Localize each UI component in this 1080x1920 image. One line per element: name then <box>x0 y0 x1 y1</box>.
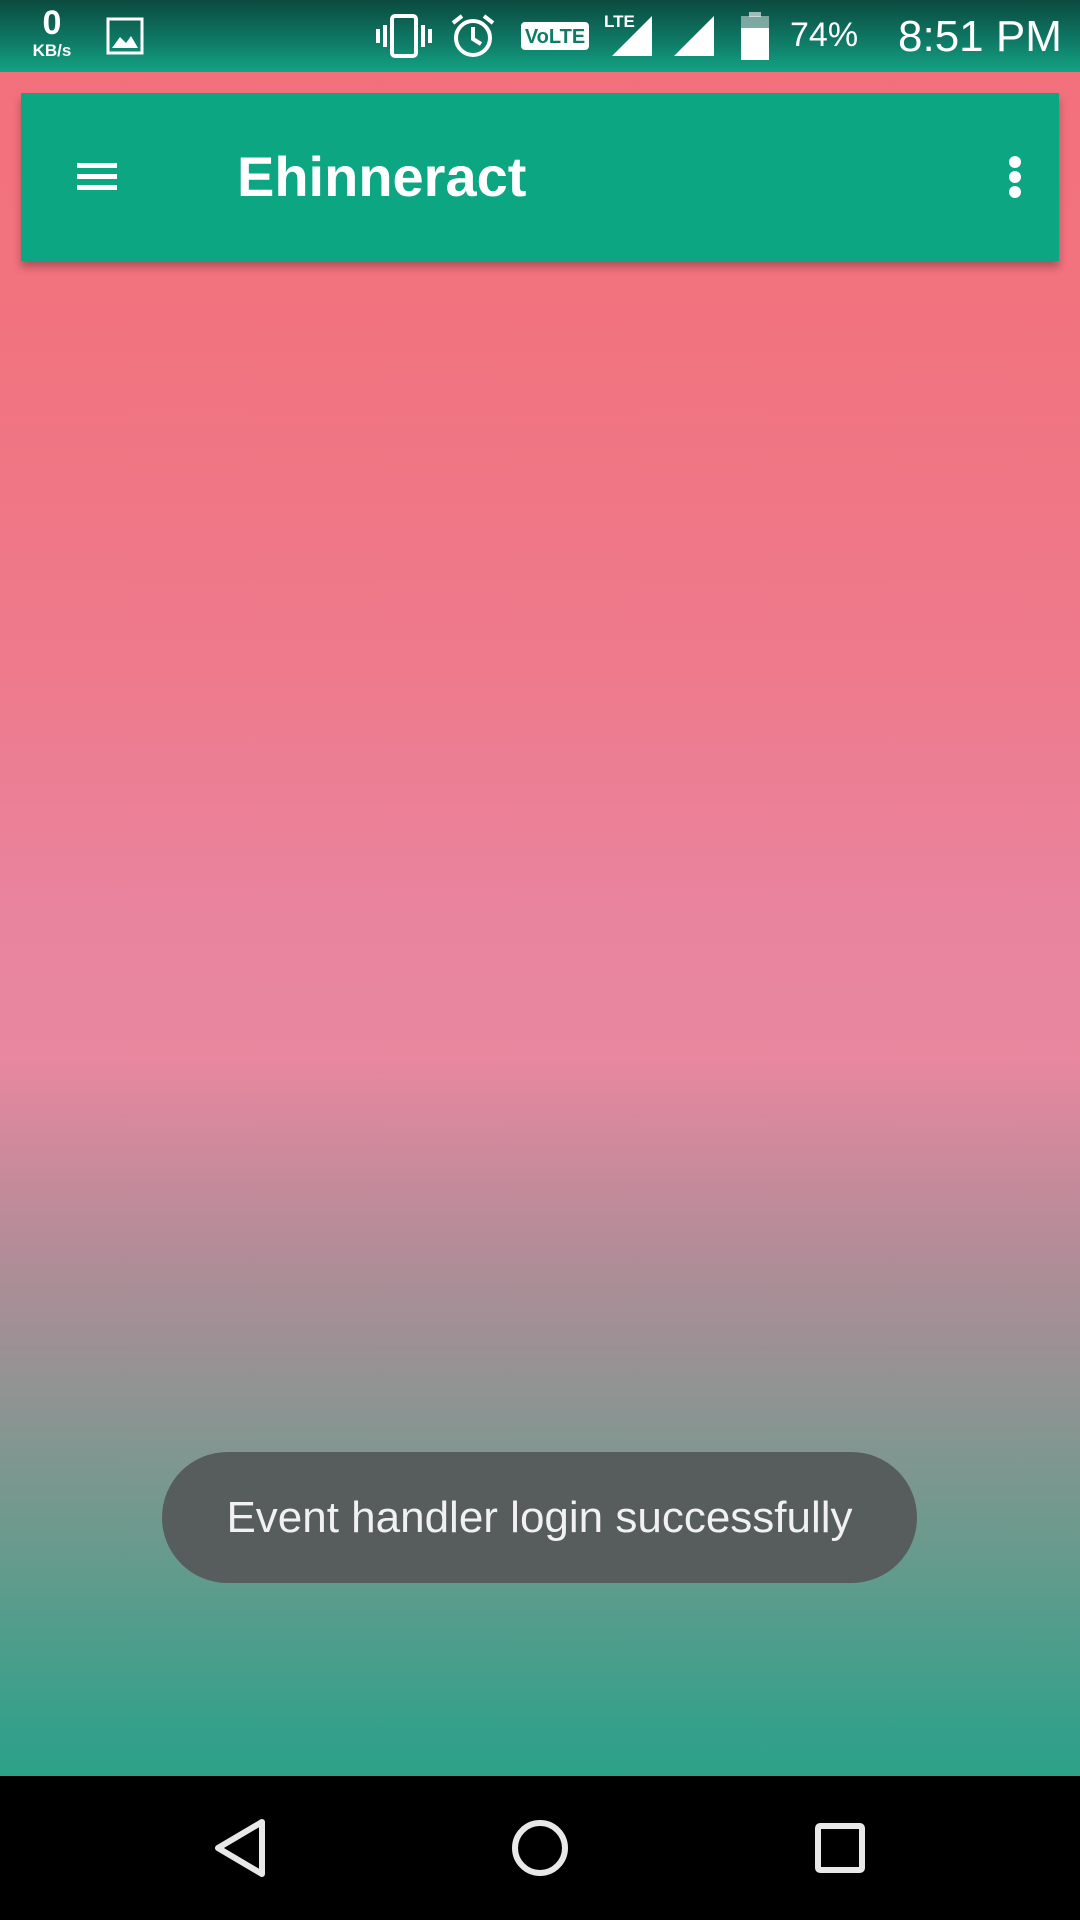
signal-icon <box>674 16 714 56</box>
back-icon <box>215 1819 265 1877</box>
battery-percent: 74% <box>790 16 859 54</box>
overflow-menu-button[interactable] <box>979 141 1051 213</box>
volte-icon: VoLTE <box>521 22 589 50</box>
status-clock: 8:51 PM <box>898 12 1062 61</box>
hamburger-menu-icon <box>77 163 117 190</box>
network-speed-indicator: 0 KB/s <box>24 6 80 59</box>
lte-label: LTE <box>604 12 635 31</box>
toast-message: Event handler login successfully <box>162 1452 917 1583</box>
system-nav-bar <box>0 1776 1080 1920</box>
lte-signal-icon: LTE <box>604 12 652 56</box>
page-title: Ehinneract <box>237 145 527 208</box>
app-screen: 0 KB/s VoLTE LTE 74% 8:51 PM Ehinneract … <box>0 0 1080 1920</box>
home-button[interactable] <box>492 1800 588 1896</box>
home-icon <box>512 1820 568 1876</box>
network-speed-unit: KB/s <box>32 41 72 60</box>
recents-icon <box>815 1823 865 1873</box>
image-notification-icon <box>106 17 144 55</box>
recents-button[interactable] <box>792 1800 888 1896</box>
network-speed-value: 0 <box>42 4 62 42</box>
toast-text: Event handler login successfully <box>226 1492 853 1542</box>
vibrate-icon <box>376 14 432 58</box>
battery-icon <box>741 12 769 60</box>
more-vert-icon <box>1009 156 1021 198</box>
back-button[interactable] <box>192 1800 288 1896</box>
app-toolbar: Ehinneract <box>21 93 1059 261</box>
alarm-icon <box>451 14 495 57</box>
status-bar: 0 KB/s VoLTE LTE 74% 8:51 PM <box>0 0 1080 72</box>
menu-button[interactable] <box>61 141 133 213</box>
volte-label: VoLTE <box>525 26 585 48</box>
